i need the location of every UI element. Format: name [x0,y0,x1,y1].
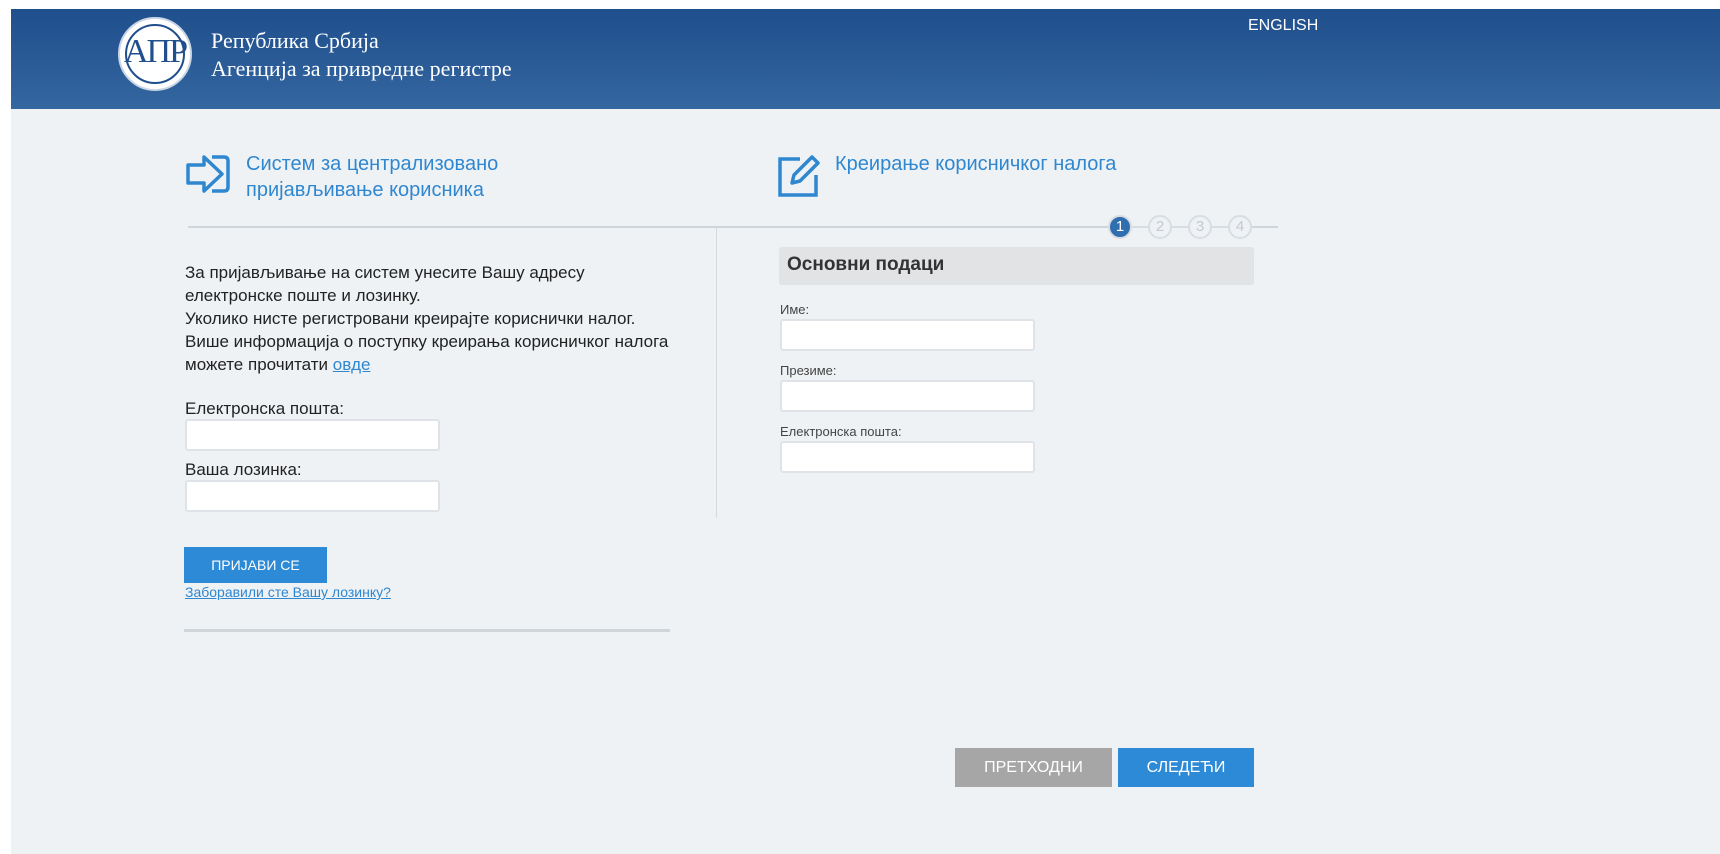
first-name-label: Име: [780,302,810,317]
login-bottom-divider [184,629,670,632]
intro-line: електронске поште и лозинку. [185,286,421,305]
previous-button[interactable]: ПРЕТХОДНИ [955,748,1112,787]
basic-info-heading: Основни подаци [779,247,1254,285]
login-section-title: Систем за централизовано пријављивање ко… [246,151,498,203]
sign-in-arrow-icon [186,155,230,193]
column-divider [716,228,717,518]
intro-line: Више информација о поступку креирања кор… [185,332,669,351]
org-line-agency: Агенција за привредне регистре [211,56,512,81]
page: АПР Република Србија Агенција за привред… [11,9,1720,854]
first-name-input[interactable] [780,319,1035,351]
intro-line: можете прочитати овде [185,353,705,376]
step-3: 3 [1188,215,1212,239]
logo-text: АПР [123,33,188,70]
last-name-input[interactable] [780,380,1035,412]
next-button[interactable]: СЛЕДЕЋИ [1118,748,1254,787]
register-email-input[interactable] [780,441,1035,473]
more-info-link[interactable]: овде [333,355,371,374]
step-connector [1212,226,1228,228]
header-bar: АПР Република Србија Агенција за привред… [11,9,1720,109]
login-password-label: Ваша лозинка: [185,460,302,479]
apr-logo[interactable]: АПР [118,17,192,91]
intro-text: можете прочитати [185,355,329,374]
step-connector [1132,226,1148,228]
last-name-label: Презиме: [780,363,837,378]
forgot-password-link[interactable]: Заборавили сте Вашу лозинку? [185,584,391,600]
register-section-title: Креирање корисничког налога [835,153,1117,175]
organization-name: Република Србија Агенција за привредне р… [211,27,512,83]
step-4: 4 [1228,215,1252,239]
edit-pencil-icon [778,155,820,197]
step-indicator: 1 2 3 4 [1108,215,1252,239]
login-email-input[interactable] [185,419,440,451]
register-email-label: Електронска пошта: [780,424,902,439]
login-email-label: Електронска пошта: [185,399,344,418]
step-connector [1172,226,1188,228]
step-1: 1 [1108,215,1132,239]
intro-line: За пријављивање на систем унесите Вашу а… [185,263,585,282]
step-2: 2 [1148,215,1172,239]
login-password-input[interactable] [185,480,440,512]
login-title-line1: Систем за централизовано [246,153,499,175]
login-instructions: За пријављивање на систем унесите Вашу а… [185,261,705,376]
login-title-line2: пријављивање корисника [246,179,484,201]
login-button[interactable]: ПРИЈАВИ СЕ [184,547,327,583]
english-language-link[interactable]: ENGLISH [1248,17,1348,35]
intro-line: Уколико нисте регистровани креирајте кор… [185,309,636,328]
org-line-country: Република Србија [211,28,379,53]
